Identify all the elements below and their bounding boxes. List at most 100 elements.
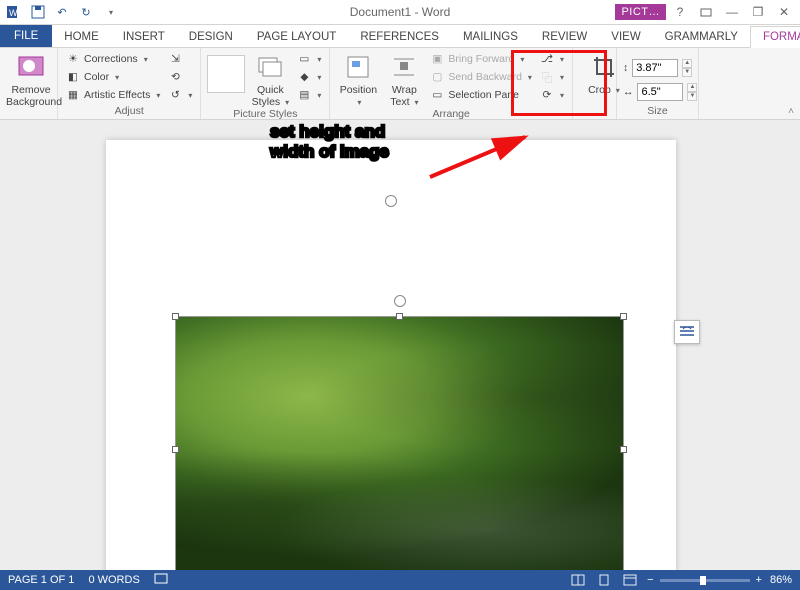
group-label-size: Size (623, 105, 692, 119)
quick-styles-button[interactable]: Quick Styles (249, 51, 291, 108)
group-crop: Crop (573, 48, 617, 119)
svg-text:W: W (9, 8, 18, 18)
redo-icon[interactable]: ↻ (78, 4, 94, 20)
resize-handle[interactable] (172, 446, 179, 453)
group-objects-button[interactable]: ⿻ (538, 69, 566, 85)
document-title: Document1 - Word (350, 5, 450, 19)
color-button[interactable]: ◧Color (64, 69, 162, 85)
layout-options-icon (679, 325, 695, 339)
read-mode-icon[interactable] (569, 573, 587, 587)
border-icon: ▭ (297, 52, 311, 66)
group-label-adjust: Adjust (64, 105, 194, 119)
zoom-in-icon[interactable]: + (756, 574, 762, 586)
remove-background-button[interactable]: Remove Background (6, 51, 56, 108)
rotate-handle[interactable] (394, 295, 406, 307)
picture-effects-button[interactable]: ◆ (295, 69, 323, 85)
height-input[interactable] (632, 59, 678, 77)
compress-pictures-button[interactable]: ⇲ (166, 51, 194, 67)
wrap-text-icon (388, 51, 420, 83)
send-backward-icon: ▢ (430, 70, 444, 84)
tab-file[interactable]: FILE (0, 25, 52, 47)
collapse-ribbon-icon[interactable]: ˄ (788, 106, 794, 117)
tab-page-layout[interactable]: PAGE LAYOUT (245, 27, 348, 47)
status-bar: PAGE 1 OF 1 0 WORDS − + 86% (0, 570, 800, 590)
change-picture-button[interactable]: ⟲ (166, 69, 194, 85)
align-button[interactable]: ⎇ (538, 51, 566, 67)
picture-layout-button[interactable]: ▤ (295, 87, 323, 103)
page-indicator[interactable]: PAGE 1 OF 1 (8, 574, 74, 586)
close-icon[interactable]: ✕ (772, 2, 796, 22)
save-icon[interactable] (30, 4, 46, 20)
resize-handle[interactable] (396, 313, 403, 320)
tab-grammarly[interactable]: GRAMMARLY (653, 27, 750, 47)
zoom-out-icon[interactable]: − (647, 574, 653, 586)
wrap-text-button[interactable]: Wrap Text (384, 51, 424, 108)
rotate-handle[interactable] (385, 195, 397, 207)
effects-icon: ◆ (297, 70, 311, 84)
tab-design[interactable]: DESIGN (177, 27, 245, 47)
qat-customize-icon[interactable] (102, 4, 118, 20)
align-icon: ⎇ (540, 52, 554, 66)
send-backward-button[interactable]: ▢Send Backward (428, 69, 534, 85)
remove-background-icon (15, 51, 47, 83)
position-icon (342, 51, 374, 83)
print-layout-icon[interactable] (595, 573, 613, 587)
picture-tools-context-label: PICT… (615, 4, 666, 20)
picture-border-button[interactable]: ▭ (295, 51, 323, 67)
quick-access-toolbar: W ↶ ↻ (0, 4, 118, 20)
color-icon: ◧ (66, 70, 80, 84)
tab-format[interactable]: FORMAT (750, 26, 800, 48)
tab-references[interactable]: REFERENCES (348, 27, 451, 47)
ribbon-tabs: FILE HOME INSERT DESIGN PAGE LAYOUT REFE… (0, 25, 800, 48)
group-adjust: ☀Corrections ◧Color ▦Artistic Effects ⇲ … (58, 48, 201, 119)
selected-image[interactable] (175, 316, 624, 570)
height-icon: ↕ (623, 61, 628, 75)
corrections-button[interactable]: ☀Corrections (64, 51, 162, 67)
layout-options-button[interactable] (674, 320, 700, 344)
height-spinner[interactable]: ▲▼ (682, 59, 692, 77)
artistic-effects-icon: ▦ (66, 88, 80, 102)
rotate-icon: ⟳ (540, 88, 554, 102)
rotate-button[interactable]: ⟳ (538, 87, 566, 103)
minimize-icon[interactable]: — (720, 2, 744, 22)
spell-check-icon[interactable] (154, 573, 168, 588)
ribbon: Remove Background ☀Corrections ◧Color ▦A… (0, 48, 800, 120)
resize-handle[interactable] (620, 313, 627, 320)
group-background: Remove Background (0, 48, 58, 119)
style-preset-icon[interactable] (207, 55, 245, 93)
reset-icon: ↺ (168, 88, 182, 102)
zoom-level[interactable]: 86% (770, 574, 792, 586)
quick-styles-icon (254, 51, 286, 83)
width-icon: ↔ (623, 85, 634, 99)
tab-home[interactable]: HOME (52, 27, 111, 47)
resize-handle[interactable] (620, 446, 627, 453)
width-spinner[interactable]: ▲▼ (687, 83, 697, 101)
group-picture-styles: Quick Styles ▭ ◆ ▤ Picture Styles (201, 48, 330, 119)
selection-pane-button[interactable]: ▭Selection Pane (428, 87, 534, 103)
selection-pane-icon: ▭ (430, 88, 444, 102)
crop-icon (588, 51, 620, 83)
zoom-slider[interactable]: − + (647, 574, 762, 586)
restore-icon[interactable]: ❐ (746, 2, 770, 22)
tab-view[interactable]: VIEW (599, 27, 652, 47)
width-input[interactable] (637, 83, 683, 101)
image-content (176, 317, 623, 570)
undo-icon[interactable]: ↶ (54, 4, 70, 20)
reset-picture-button[interactable]: ↺ (166, 87, 194, 103)
resize-handle[interactable] (172, 313, 179, 320)
bring-forward-icon: ▣ (430, 52, 444, 66)
ribbon-options-icon[interactable] (694, 2, 718, 22)
tab-mailings[interactable]: MAILINGS (451, 27, 530, 47)
bring-forward-button[interactable]: ▣Bring Forward (428, 51, 534, 67)
tab-insert[interactable]: INSERT (111, 27, 177, 47)
document-area (0, 120, 800, 570)
tab-review[interactable]: REVIEW (530, 27, 599, 47)
group-arrange: Position Wrap Text ▣Bring Forward ▢Send … (330, 48, 573, 119)
web-layout-icon[interactable] (621, 573, 639, 587)
artistic-effects-button[interactable]: ▦Artistic Effects (64, 87, 162, 103)
position-button[interactable]: Position (336, 51, 380, 108)
word-count[interactable]: 0 WORDS (88, 574, 139, 586)
layout-icon: ▤ (297, 88, 311, 102)
change-picture-icon: ⟲ (168, 70, 182, 84)
help-icon[interactable]: ? (668, 2, 692, 22)
